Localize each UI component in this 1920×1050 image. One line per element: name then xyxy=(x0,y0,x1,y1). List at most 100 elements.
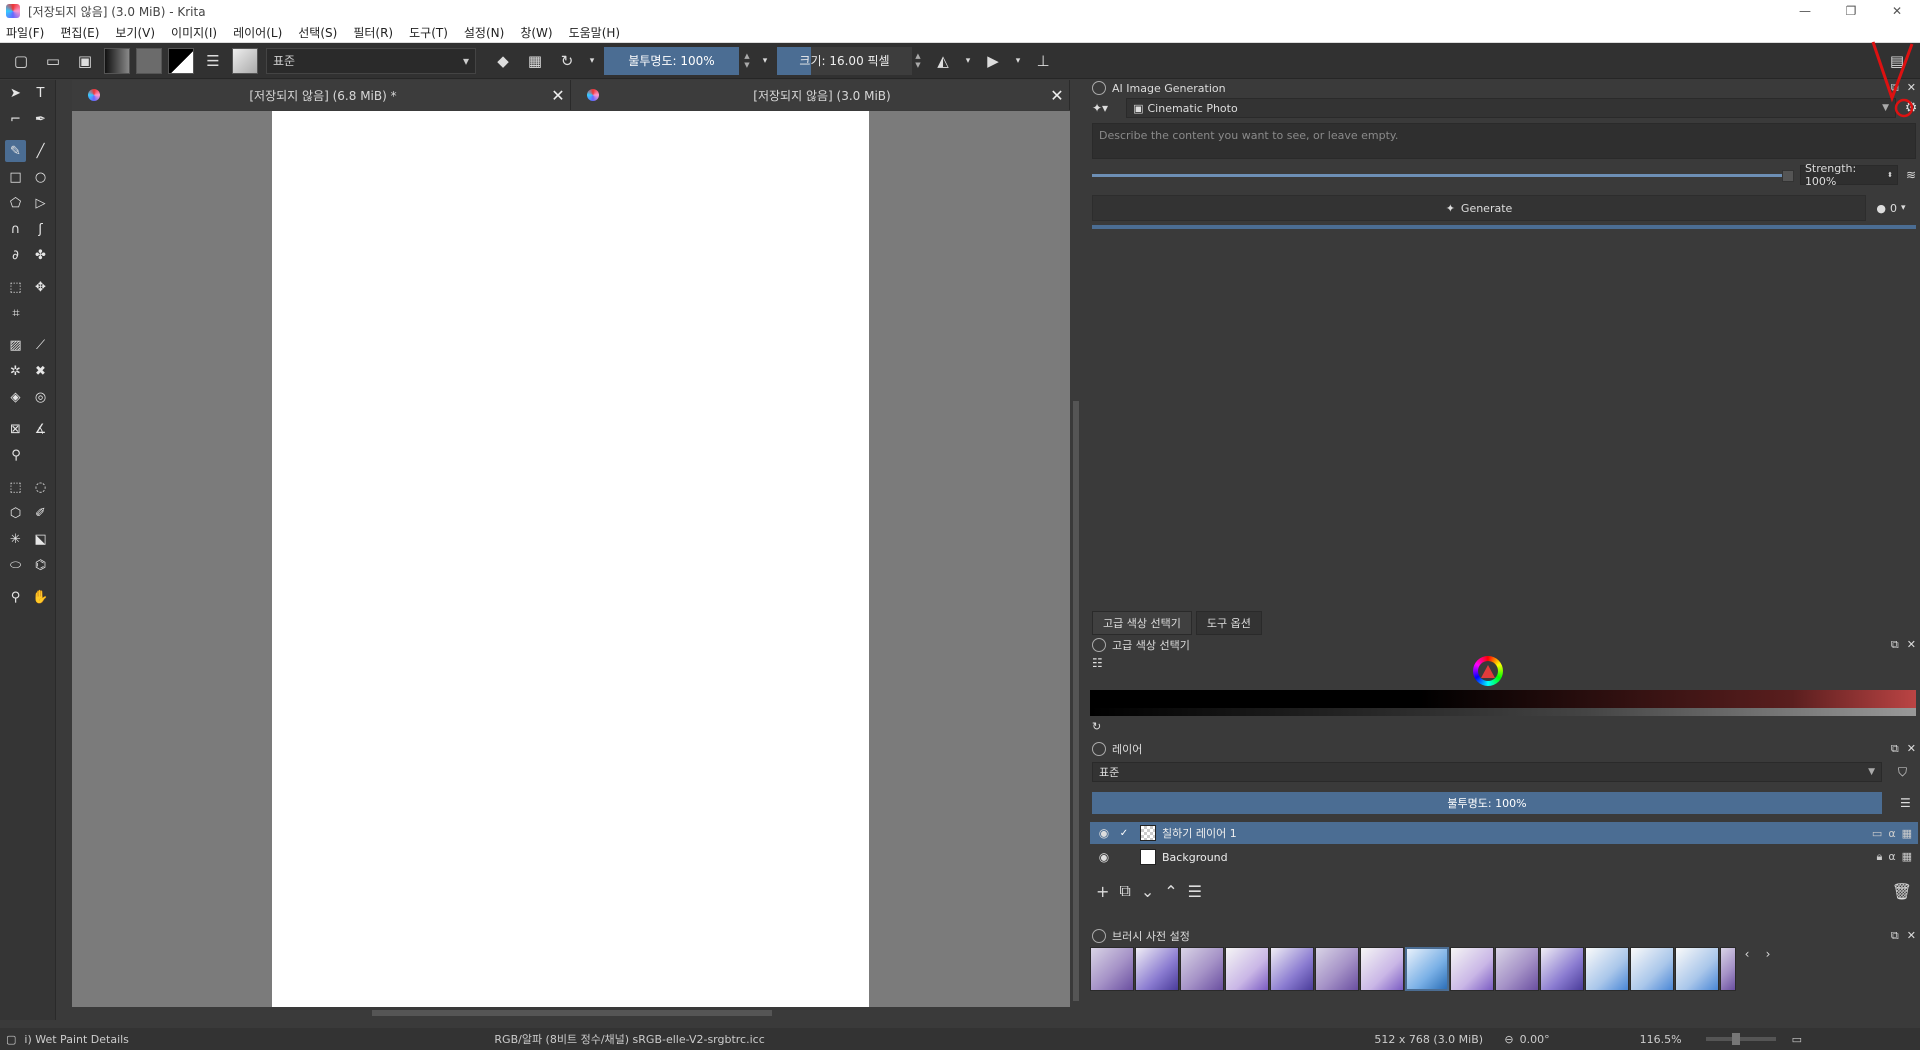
canvas-paper[interactable] xyxy=(272,111,869,1007)
mirror-vertical-icon[interactable]: ▶ xyxy=(980,48,1006,74)
layer-checkbox[interactable] xyxy=(1118,851,1130,863)
menu-edit[interactable]: 편집(E) xyxy=(60,24,99,41)
brush-preset-thumbnail[interactable] xyxy=(232,47,258,74)
menu-layer[interactable]: 레이어(L) xyxy=(233,24,282,41)
layer-properties-icon[interactable]: ☰ xyxy=(1188,882,1202,901)
mirror-h-dropdown-icon[interactable]: ▾ xyxy=(962,48,974,74)
delete-layer-icon[interactable]: 🗑︎ xyxy=(1892,882,1912,901)
layer-row[interactable]: ◉ Background 🔒︎ α ▦ xyxy=(1090,846,1918,868)
calligraphy-icon[interactable]: ✒ xyxy=(30,108,51,130)
zoom-slider[interactable] xyxy=(1705,1033,1776,1045)
vertical-scrollbar[interactable] xyxy=(1070,111,1082,1007)
pan-tool-icon[interactable]: ✋ xyxy=(30,586,51,608)
colorize-mask-icon[interactable]: ✲ xyxy=(5,360,26,382)
float-panel-icon[interactable]: ⧉ xyxy=(1891,742,1899,756)
prompt-input[interactable]: Describe the content you want to see, or… xyxy=(1092,123,1916,159)
scroll-left-icon[interactable]: ‹ xyxy=(1737,947,1757,991)
canvas-only-icon[interactable]: ▭ xyxy=(1792,1033,1802,1046)
close-tab-icon[interactable]: ✕ xyxy=(1045,86,1069,105)
layers-stack-icon[interactable]: ≋ xyxy=(1906,168,1916,182)
menu-filter[interactable]: 필터(R) xyxy=(353,24,393,41)
menu-help[interactable]: 도움말(H) xyxy=(569,24,621,41)
size-spinner[interactable]: ▲ ▼ xyxy=(912,47,924,75)
open-folder-icon[interactable]: ▭ xyxy=(40,48,66,74)
menu-image[interactable]: 이미지(I) xyxy=(171,24,217,41)
horizontal-scrollbar[interactable] xyxy=(72,1007,1070,1019)
eraser-icon[interactable]: ◆ xyxy=(490,48,516,74)
brush-preset-item[interactable] xyxy=(1315,947,1359,991)
dynamic-brush-icon[interactable]: ∂ xyxy=(5,244,26,266)
alpha-icon[interactable]: α xyxy=(1888,850,1895,864)
close-panel-icon[interactable]: ✕ xyxy=(1907,742,1916,756)
blend-mode-dropdown-icon[interactable]: ▾ xyxy=(586,48,598,74)
reload-preset-icon[interactable]: ↻ xyxy=(554,48,580,74)
contiguous-select-icon[interactable]: ✳ xyxy=(5,528,26,550)
brush-size-slider[interactable]: 크기: 16.00 픽셀 xyxy=(777,46,912,75)
blend-mode-select[interactable]: 표준 ▼ xyxy=(1092,762,1882,782)
similar-select-icon[interactable]: ⬕ xyxy=(30,528,51,550)
crop-tool-icon[interactable]: ⌗ xyxy=(5,302,27,324)
smart-patch-icon[interactable]: ✖ xyxy=(30,360,51,382)
multibrush-icon[interactable]: ✤ xyxy=(30,244,51,266)
alpha-icon[interactable]: α xyxy=(1888,827,1895,840)
tab-tool-options[interactable]: 도구 옵션 xyxy=(1195,611,1262,635)
filter-icon[interactable]: ⛉ xyxy=(1898,765,1907,780)
visibility-eye-icon[interactable]: ◉ xyxy=(1094,826,1114,840)
strength-spinbox[interactable]: Strength: 100% ⬍ xyxy=(1799,162,1898,188)
queue-count[interactable]: ● 0 ▾ xyxy=(1866,202,1916,215)
enclose-fill-icon[interactable]: ◎ xyxy=(30,386,51,408)
zoom-tool-icon[interactable]: ⚲ xyxy=(5,586,26,608)
polygon-select-icon[interactable]: ⬡ xyxy=(5,502,26,524)
add-layer-icon[interactable]: + xyxy=(1096,882,1109,901)
style-select[interactable]: ▣ Cinematic Photo ▼ xyxy=(1126,98,1896,118)
close-tab-icon[interactable]: ✕ xyxy=(546,86,570,105)
lock-icon[interactable] xyxy=(1092,638,1106,652)
layer-menu-icon[interactable]: ☰ xyxy=(1900,796,1911,810)
ellipse-select-icon[interactable]: ◌ xyxy=(30,476,51,498)
visibility-eye-icon[interactable]: ◉ xyxy=(1094,850,1114,864)
move-layer-down-icon[interactable]: ⌄ xyxy=(1141,882,1154,901)
brush-settings-icon[interactable]: ☰ xyxy=(200,48,226,74)
brush-preset-item[interactable] xyxy=(1180,947,1224,991)
brush-preset-item[interactable] xyxy=(1450,947,1494,991)
menu-view[interactable]: 보기(V) xyxy=(115,24,155,41)
pattern-swatch[interactable] xyxy=(136,47,162,74)
scrollbar-thumb[interactable] xyxy=(1073,401,1079,1001)
menu-settings[interactable]: 설정(N) xyxy=(464,24,504,41)
magnetic-select-icon[interactable]: ⌬ xyxy=(30,554,51,576)
bezier-curve-icon[interactable]: ∩ xyxy=(5,218,26,240)
lock-icon[interactable]: 🔒︎ xyxy=(1876,850,1882,864)
float-panel-icon[interactable]: ⧉ xyxy=(1891,929,1899,943)
float-panel-icon[interactable]: ⧉ xyxy=(1891,638,1899,652)
rectangle-tool-icon[interactable]: □ xyxy=(5,166,26,188)
restore-button[interactable]: ❐ xyxy=(1828,0,1874,22)
lock-icon[interactable] xyxy=(1092,81,1106,95)
select-shapes-icon[interactable]: ➤ xyxy=(5,82,26,104)
measure-tool-icon[interactable]: ∡ xyxy=(30,418,51,440)
move-tool-icon[interactable]: ✥ xyxy=(30,276,51,298)
mirror-v-dropdown-icon[interactable]: ▾ xyxy=(1012,48,1024,74)
opacity-dropdown-icon[interactable]: ▾ xyxy=(759,48,771,74)
gradient-swatch[interactable] xyxy=(104,47,130,74)
close-panel-icon[interactable]: ✕ xyxy=(1907,638,1916,652)
new-document-icon[interactable]: ▢ xyxy=(8,48,34,74)
move-layer-up-icon[interactable]: ⌃ xyxy=(1164,882,1177,901)
polygon-tool-icon[interactable]: ⬠ xyxy=(5,192,26,214)
fill-tool-icon[interactable]: ◈ xyxy=(5,386,26,408)
inherit-alpha-icon[interactable]: ▦ xyxy=(1902,850,1912,864)
document-tab-2[interactable]: [저장되지 않음] (3.0 MiB) ✕ xyxy=(571,80,1070,110)
brush-preset-item[interactable] xyxy=(1135,947,1179,991)
brush-preset-select[interactable]: 표준 ▾ xyxy=(266,47,476,74)
brush-preset-item[interactable] xyxy=(1585,947,1629,991)
scroll-right-icon[interactable]: › xyxy=(1758,947,1778,991)
lock-icon[interactable] xyxy=(1092,929,1106,943)
brush-preset-item[interactable] xyxy=(1495,947,1539,991)
opacity-slider[interactable]: 불투명도: 100% xyxy=(604,46,739,75)
canvas-area[interactable] xyxy=(72,111,1070,1007)
opacity-spinner[interactable]: ▲ ▼ xyxy=(741,47,753,75)
edit-shapes-icon[interactable]: ⌐ xyxy=(5,108,26,130)
layer-opacity-slider[interactable]: 불투명도: 100% xyxy=(1092,792,1882,814)
save-icon[interactable]: ▣ xyxy=(72,48,98,74)
menu-window[interactable]: 창(W) xyxy=(520,24,552,41)
layer-row[interactable]: ◉ ✓ 칠하기 레이어 1 ▭ α ▦ xyxy=(1090,822,1918,844)
